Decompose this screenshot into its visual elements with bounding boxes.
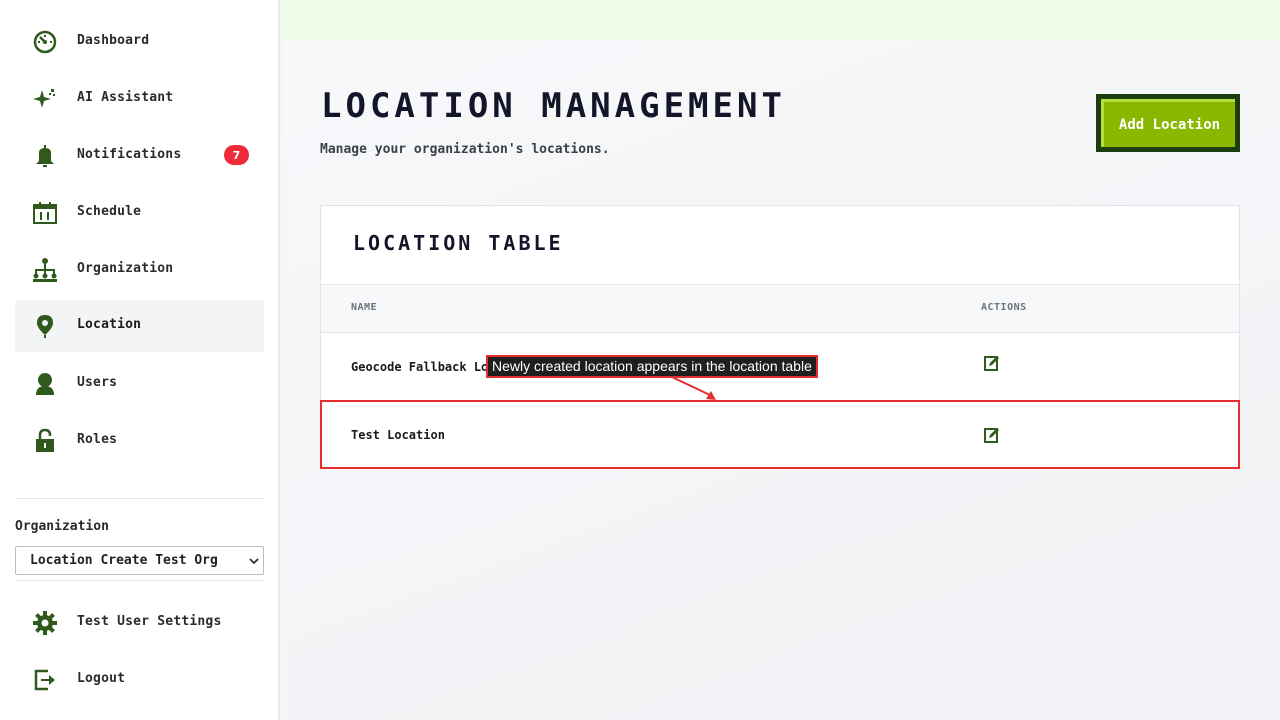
sidebar-item-users[interactable]: Users <box>15 358 264 410</box>
dashboard-icon <box>31 28 59 56</box>
sidebar-item-label: Schedule <box>77 204 142 219</box>
location-pin-icon <box>31 312 59 340</box>
table-title: LOCATION TABLE <box>353 231 564 255</box>
user-icon <box>31 370 59 398</box>
sidebar-item-dashboard[interactable]: Dashboard <box>15 16 264 68</box>
sidebar-item-label: Dashboard <box>77 33 150 48</box>
sidebar-item-organization[interactable]: Organization <box>15 244 264 296</box>
sidebar-item-label: Notifications <box>77 147 182 162</box>
sidebar-item-notifications[interactable]: Notifications 7 <box>15 130 264 182</box>
sidebar-divider <box>15 580 264 581</box>
table-header: NAME ACTIONS <box>321 284 1239 333</box>
add-location-button[interactable]: Add Location <box>1096 94 1240 152</box>
highlight-box <box>320 400 1240 469</box>
sidebar-item-label: Organization <box>77 261 174 276</box>
sidebar-item-label: Users <box>77 375 118 390</box>
add-location-button-label: Add Location <box>1101 99 1235 147</box>
top-bar <box>282 0 1280 40</box>
notification-count-badge: 7 <box>224 145 249 165</box>
sidebar-item-ai-assistant[interactable]: AI Assistant <box>15 73 264 125</box>
column-header-name: NAME <box>351 302 378 313</box>
bell-icon <box>31 142 59 170</box>
page-title: LOCATION MANAGEMENT <box>321 86 786 126</box>
org-chart-icon <box>31 256 59 284</box>
sidebar-item-roles[interactable]: Roles <box>15 415 264 467</box>
sidebar-divider <box>15 498 264 499</box>
sidebar-item-label: Test User Settings <box>77 614 222 629</box>
sidebar-item-label: Roles <box>77 432 118 447</box>
calendar-icon <box>31 199 59 227</box>
organization-label: Organization <box>15 519 109 534</box>
organization-selected-value: Location Create Test Org <box>30 553 218 568</box>
briefcase-icon <box>33 485 59 493</box>
column-header-actions: ACTIONS <box>981 302 1027 313</box>
sidebar-item-user-settings[interactable]: Test User Settings <box>15 597 264 649</box>
gear-icon <box>31 609 59 637</box>
sparkle-icon <box>31 85 59 113</box>
chevron-down-icon <box>249 558 259 565</box>
sidebar-item-schedule[interactable]: Schedule <box>15 187 264 239</box>
organization-select[interactable]: Location Create Test Org <box>15 546 264 575</box>
sidebar-item-logout[interactable]: Logout <box>15 654 264 706</box>
location-name-cell: Geocode Fallback Loc <box>351 360 496 374</box>
lock-icon <box>31 427 59 455</box>
sidebar-item-label: Logout <box>77 671 126 686</box>
sidebar-item-label: AI Assistant <box>77 90 174 105</box>
page-subtitle: Manage your organization's locations. <box>320 142 610 157</box>
edit-icon[interactable] <box>984 355 1000 371</box>
annotation-arrow <box>671 376 716 400</box>
logout-icon <box>31 666 59 694</box>
sidebar-item-label: Location <box>77 317 142 332</box>
sidebar: Dashboard AI Assistant Notifications 7 S… <box>0 0 280 720</box>
sidebar-item-location[interactable]: Location <box>15 300 264 352</box>
annotation-callout: Newly created location appears in the lo… <box>486 355 818 378</box>
